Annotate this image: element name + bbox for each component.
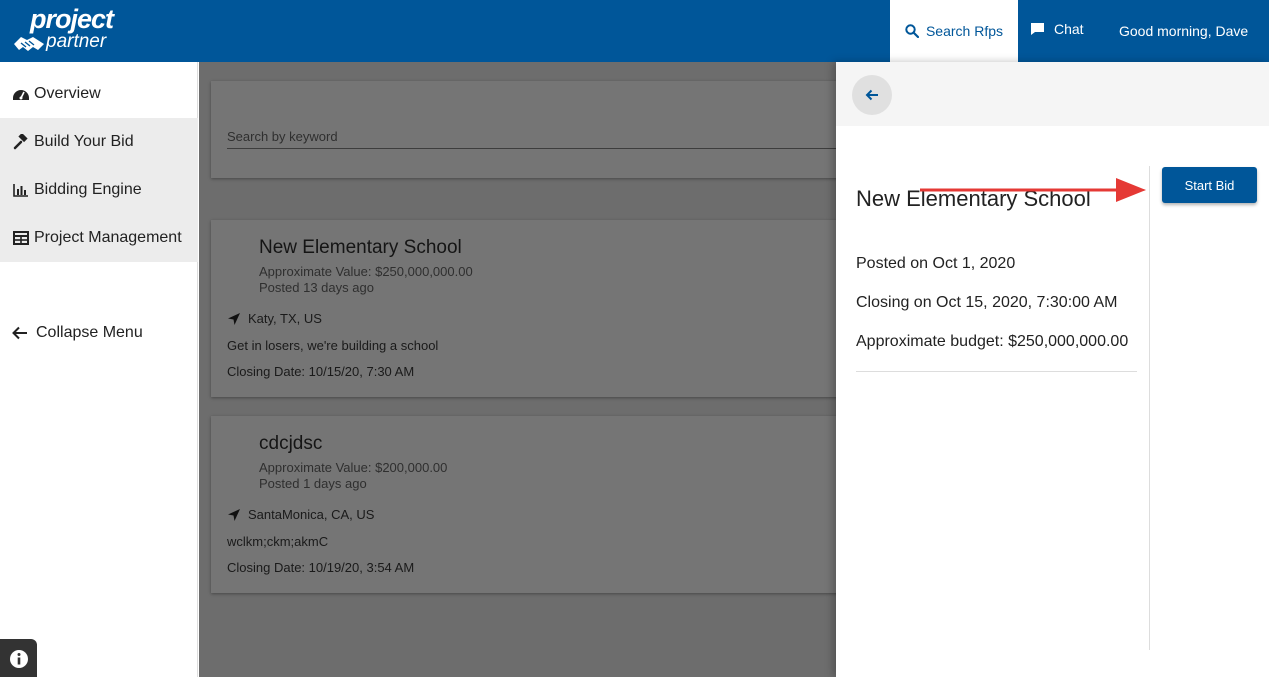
rfp-detail-panel: New Elementary School Posted on Oct 1, 2… [836,62,1269,677]
detail-closing: Closing on Oct 15, 2020, 7:30:00 AM [856,294,1118,311]
nav-search-label: Search Rfps [925,23,1004,39]
location-arrow-icon [228,312,240,325]
top-header: project partner Search Rfps Chat Good mo… [0,0,1269,62]
rfp-description: wclkm;ckm;akmC [227,534,329,549]
rfp-card[interactable]: New Elementary School Approximate Value:… [211,220,851,397]
handshake-icon [14,37,44,51]
start-bid-button[interactable]: Start Bid [1162,167,1257,203]
collapse-menu-button[interactable]: Collapse Menu [12,324,143,342]
sidebar-item-label: Bidding Engine [34,181,142,198]
panel-toolbar [836,62,1269,126]
sidebar-item-overview[interactable]: Overview [0,70,198,118]
gavel-icon [12,134,30,150]
rfp-location: SantaMonica, CA, US [227,507,374,522]
sidebar-item-label: Overview [34,85,101,102]
logo-text-partner: partner [46,31,107,52]
nav-chat[interactable]: Chat [1030,0,1084,62]
rfp-location-text: SantaMonica, CA, US [248,507,375,522]
info-icon [9,650,28,668]
search-input[interactable] [227,125,847,149]
dashboard-icon [12,86,30,102]
divider [1149,166,1150,650]
arrow-left-icon [865,89,878,101]
rfp-location: Katy, TX, US [227,311,322,326]
sidebar-item-label: Build Your Bid [34,133,134,150]
rfp-location-text: Katy, TX, US [248,311,322,326]
search-card [211,81,851,178]
sidebar-item-project-management[interactable]: Project Management [0,214,198,262]
nav-chat-label: Chat [1054,21,1084,37]
back-button[interactable] [852,75,892,115]
nav-search-rfps[interactable]: Search Rfps [890,0,1018,62]
main-content: New Elementary School Approximate Value:… [199,62,851,677]
info-button[interactable] [0,639,37,677]
table-icon [12,231,30,245]
rfp-description: Get in losers, we're building a school [227,338,439,353]
user-greeting[interactable]: Good morning, Dave [1119,0,1248,62]
rfp-title: New Elementary School [259,237,462,258]
search-icon [905,24,919,38]
greeting-text: Good morning, Dave [1119,23,1249,39]
rfp-closing-date: Closing Date: 10/15/20, 7:30 AM [227,364,415,379]
rfp-posted: Posted 1 days ago [259,476,367,491]
sidebar: Overview Build Your Bid Bidding Engine P… [0,62,198,677]
arrow-left-icon [12,326,27,340]
sidebar-item-label: Project Management [34,229,182,246]
app-logo[interactable]: project partner [12,4,132,58]
detail-budget: Approximate budget: $250,000,000.00 [856,333,1129,350]
divider [856,371,1137,372]
rfp-value: Approximate Value: $250,000,000.00 [259,264,473,279]
rfp-value: Approximate Value: $200,000.00 [259,460,448,475]
rfp-title: cdcjdsc [259,433,323,454]
bar-chart-icon [12,183,30,197]
location-arrow-icon [228,508,240,521]
sidebar-item-bidding-engine[interactable]: Bidding Engine [0,166,198,214]
sidebar-item-build-your-bid[interactable]: Build Your Bid [0,118,198,166]
chat-icon [1031,23,1044,35]
rfp-closing-date: Closing Date: 10/19/20, 3:54 AM [227,560,415,575]
collapse-menu-label: Collapse Menu [36,324,143,341]
rfp-posted: Posted 13 days ago [259,280,374,295]
annotation-arrow-icon [920,178,1146,202]
detail-posted: Posted on Oct 1, 2020 [856,255,1016,272]
rfp-card[interactable]: cdcjdsc Approximate Value: $200,000.00 P… [211,416,851,593]
